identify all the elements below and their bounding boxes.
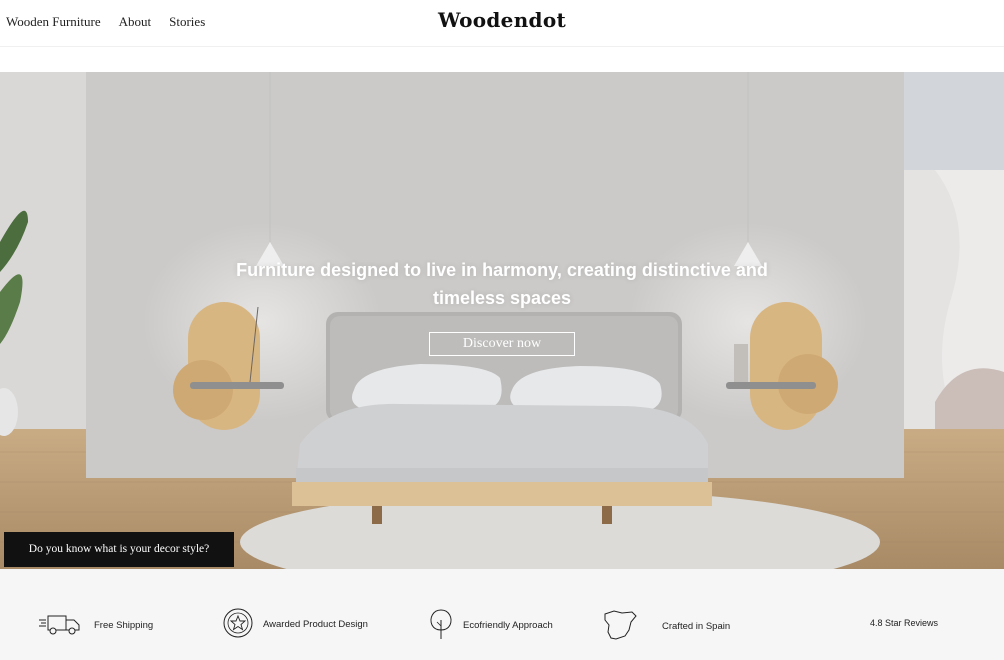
decor-style-quiz-button[interactable]: Do you know what is your decor style?: [4, 532, 234, 567]
feature-awarded-design: Awarded Product Design: [223, 608, 368, 641]
bedroom-scene-image: [0, 72, 1004, 569]
hero-banner: Furniture designed to live in harmony, c…: [0, 72, 1004, 569]
feature-label: Free Shipping: [94, 620, 154, 631]
feature-label: Awarded Product Design: [263, 619, 368, 630]
feature-label: 4.8 Star Reviews: [870, 618, 939, 628]
feature-free-shipping: Free Shipping: [38, 612, 153, 639]
discover-now-button[interactable]: Discover now: [429, 332, 575, 356]
brand-logo[interactable]: Woodendot: [0, 8, 1004, 32]
spain-map-icon: [602, 608, 638, 645]
truck-icon: [38, 612, 82, 639]
award-star-icon: [223, 608, 253, 641]
feature-label: Crafted in Spain: [662, 621, 731, 632]
site-header: Wooden Furniture About Stories Woodendot: [0, 0, 1004, 47]
hero-headline: Furniture designed to live in harmony, c…: [236, 260, 768, 308]
feature-ecofriendly: Ecofriendly Approach: [428, 608, 553, 643]
feature-label: Ecofriendly Approach: [463, 620, 553, 631]
feature-crafted-spain: Crafted in Spain: [602, 608, 730, 645]
features-bar: Free Shipping Awarded Product Design Eco…: [0, 569, 1004, 660]
feature-star-reviews[interactable]: 4.8 Star Reviews: [870, 618, 938, 628]
tree-icon: [428, 608, 454, 643]
